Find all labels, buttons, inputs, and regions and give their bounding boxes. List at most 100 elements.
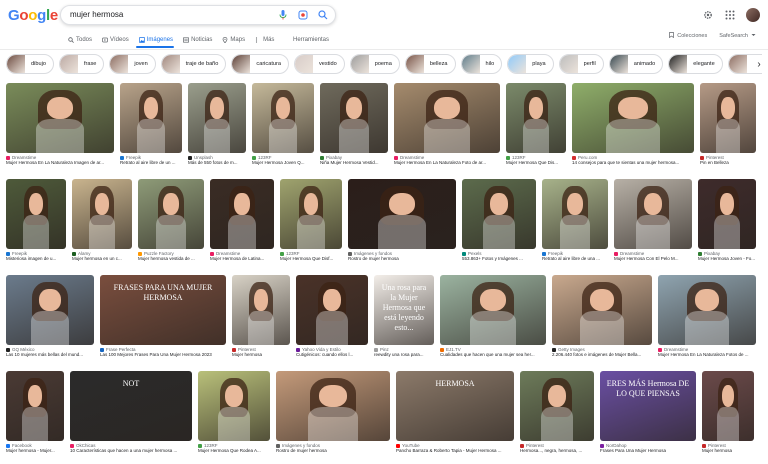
result-caption[interactable]: Mujer Hermosa Joven Q... [252,160,314,165]
image-result[interactable]: 123RF Mujer Hermosa Que Disf... [280,179,342,261]
gear-icon[interactable] [702,9,714,21]
image-result[interactable]: NOT OkChicas 10 Características que hacen … [70,371,192,453]
image-result[interactable]: Pexels 553.863+ Fotos y Imágenes ... [462,179,536,261]
chip-0[interactable]: dibujo [6,54,54,74]
image-result[interactable]: Dreamstime Mujer Hermosa En La Naturaleza… [6,83,114,165]
image-result[interactable]: ERES MÁS Hermosa DE LO QUE PIENSAS NorDah… [600,371,696,453]
image-result[interactable]: Pixabay Mujer Hermosa Joven - Fo... [698,179,756,261]
result-thumbnail[interactable] [440,275,546,345]
result-thumbnail[interactable] [6,179,66,249]
result-caption[interactable]: 10 Características que hacen a una mujer… [70,448,192,453]
result-caption[interactable]: reewdity una rosa para... [374,352,434,357]
result-thumbnail[interactable] [700,83,756,153]
image-result[interactable]: Freepik Retrato al aire libre de un ... [120,83,182,165]
result-caption[interactable]: Mujer Hermosa Joven - Fo... [698,256,756,261]
image-result[interactable]: Pinterest Mujer hermosa [232,275,290,357]
lens-icon[interactable] [297,9,309,21]
result-thumbnail[interactable] [462,179,536,249]
result-thumbnail[interactable] [276,371,390,441]
result-caption[interactable]: Cualidades que hacen que una mujer sea h… [440,352,546,357]
result-caption[interactable]: Mujer Hermosa En La Naturaleza Fotos de … [658,352,756,357]
chip-4[interactable]: caricatura [231,54,289,74]
image-result[interactable]: 123RF Mujer Hermosa Que Dis... [506,83,566,165]
result-thumbnail[interactable]: NOT [70,371,192,441]
image-result[interactable]: Getty Images 2.206.440 fotos e imágenes d… [552,275,652,357]
result-caption[interactable]: Mujer Hermosa Que Disf... [280,256,342,261]
image-result[interactable]: Alamy Mujer hermosa en un c... [72,179,132,261]
result-thumbnail[interactable] [542,179,608,249]
image-result[interactable]: Puzzle Factory Mujer hermosa vestida de .… [138,179,204,261]
image-result[interactable]: Freepik Misteriosa imagen de u... [6,179,66,261]
tab-maps[interactable]: Maps [222,36,245,44]
result-caption[interactable]: Mujer hermosa [702,448,754,453]
tab-imagenes[interactable]: Imágenes [138,37,173,43]
image-result[interactable]: Yahoo Vida y Estilo Cutigénicos: cuando e… [296,275,368,357]
result-caption[interactable]: Rostro de mujer hermosa [348,256,456,261]
result-thumbnail[interactable]: Una rosa para la Mujer Hermosa que está … [374,275,434,345]
apps-grid-icon[interactable] [724,9,736,21]
result-caption[interactable]: Mujer hermosa en un c... [72,256,132,261]
image-result[interactable]: Una rosa para la Mujer Hermosa que está … [374,275,434,357]
result-caption[interactable]: Pancho Barraza & Roberto Tapia - Mujer H… [396,448,514,453]
safesearch-dropdown[interactable]: SafeSearch [719,33,756,39]
result-thumbnail[interactable] [198,371,270,441]
chip-12[interactable]: elegante [668,54,723,74]
result-thumbnail[interactable] [252,83,314,153]
search-icon[interactable] [317,9,329,21]
result-thumbnail[interactable] [320,83,388,153]
result-caption[interactable]: Cutigénicos: cuando ellos l... [296,352,368,357]
search-input[interactable] [70,9,270,21]
result-caption[interactable]: Pin en Belleza [700,160,756,165]
chip-3[interactable]: traje de baño [160,54,227,74]
result-thumbnail[interactable] [138,179,204,249]
tab-noticias[interactable]: Noticias [183,37,212,43]
chip-1[interactable]: frase [58,54,105,74]
result-caption[interactable]: Retrato al aire libre de un ... [120,160,182,165]
result-thumbnail[interactable]: HERMOSA [396,371,514,441]
result-thumbnail[interactable] [506,83,566,153]
result-caption[interactable]: Mujer Hermosa Que Dis... [506,160,566,165]
result-thumbnail[interactable] [210,179,274,249]
result-caption[interactable]: Mujer hermosa - Mujer... [6,448,64,453]
image-result[interactable]: Pinterest Mujer hermosa [702,371,754,453]
result-caption[interactable]: Más de 550 fotos de m... [188,160,246,165]
result-caption[interactable]: Mujer Hermosa En La Naturaleza Imagen de… [6,160,114,165]
chip-6[interactable]: poema [349,54,400,74]
result-caption[interactable]: Las 10 mujeres más bellas del mund... [6,352,94,357]
result-thumbnail[interactable] [572,83,694,153]
image-result[interactable]: 123RF Mujer Hermosa Joven Q... [252,83,314,165]
image-result[interactable]: FRASES PARA UNA MUJER HERMOSA Frase Perfe… [100,275,226,357]
result-thumbnail[interactable] [6,275,94,345]
result-caption[interactable]: Niña Mujer Hermosa Vestid... [320,160,388,165]
result-caption[interactable]: Hermosa..., negra, hermosa, ... [520,448,594,453]
image-result[interactable]: Dreamstime Mujer Hermosa En La Naturaleza… [394,83,500,165]
result-thumbnail[interactable] [280,179,342,249]
chips-next-button[interactable]: › [752,55,766,73]
google-logo[interactable]: Google [8,7,58,24]
result-thumbnail[interactable] [348,179,456,249]
image-result[interactable]: 123RF Mujer Hermosa Que Rodea A... [198,371,270,453]
image-result[interactable]: Imágenes y fondos Rostro de mujer hermosa [348,179,456,261]
chip-5[interactable]: vestido [293,54,345,74]
result-thumbnail[interactable] [394,83,500,153]
search-box[interactable] [60,5,336,25]
image-result[interactable]: Dreamstime Mujer Hermosa de Latina... [210,179,274,261]
result-caption[interactable]: Mujer hermosa [232,352,290,357]
result-thumbnail[interactable] [296,275,368,345]
tab-mas[interactable]: Más [255,37,274,43]
result-thumbnail[interactable] [6,83,114,153]
image-result[interactable]: Imágenes y fondos Rostro de mujer hermosa [276,371,390,453]
result-thumbnail[interactable] [72,179,132,249]
image-result[interactable]: EJ1.TV Cualidades que hacen que una mujer… [440,275,546,357]
result-thumbnail[interactable] [702,371,754,441]
chip-10[interactable]: perfil [558,54,604,74]
result-caption[interactable]: 2.206.440 fotos e imágenes de Mujer Bell… [552,352,652,357]
result-caption[interactable]: Misteriosa imagen de u... [6,256,66,261]
result-caption[interactable]: Mujer Hermosa de Latina... [210,256,274,261]
result-caption[interactable]: Mujer hermosa vestida de ... [138,256,204,261]
chip-8[interactable]: hilo [460,54,503,74]
result-caption[interactable]: Rostro de mujer hermosa [276,448,390,453]
result-caption[interactable]: Mujer Hermosa Que Rodea A... [198,448,270,453]
image-result[interactable]: Pixabay Niña Mujer Hermosa Vestid... [320,83,388,165]
result-thumbnail[interactable] [552,275,652,345]
